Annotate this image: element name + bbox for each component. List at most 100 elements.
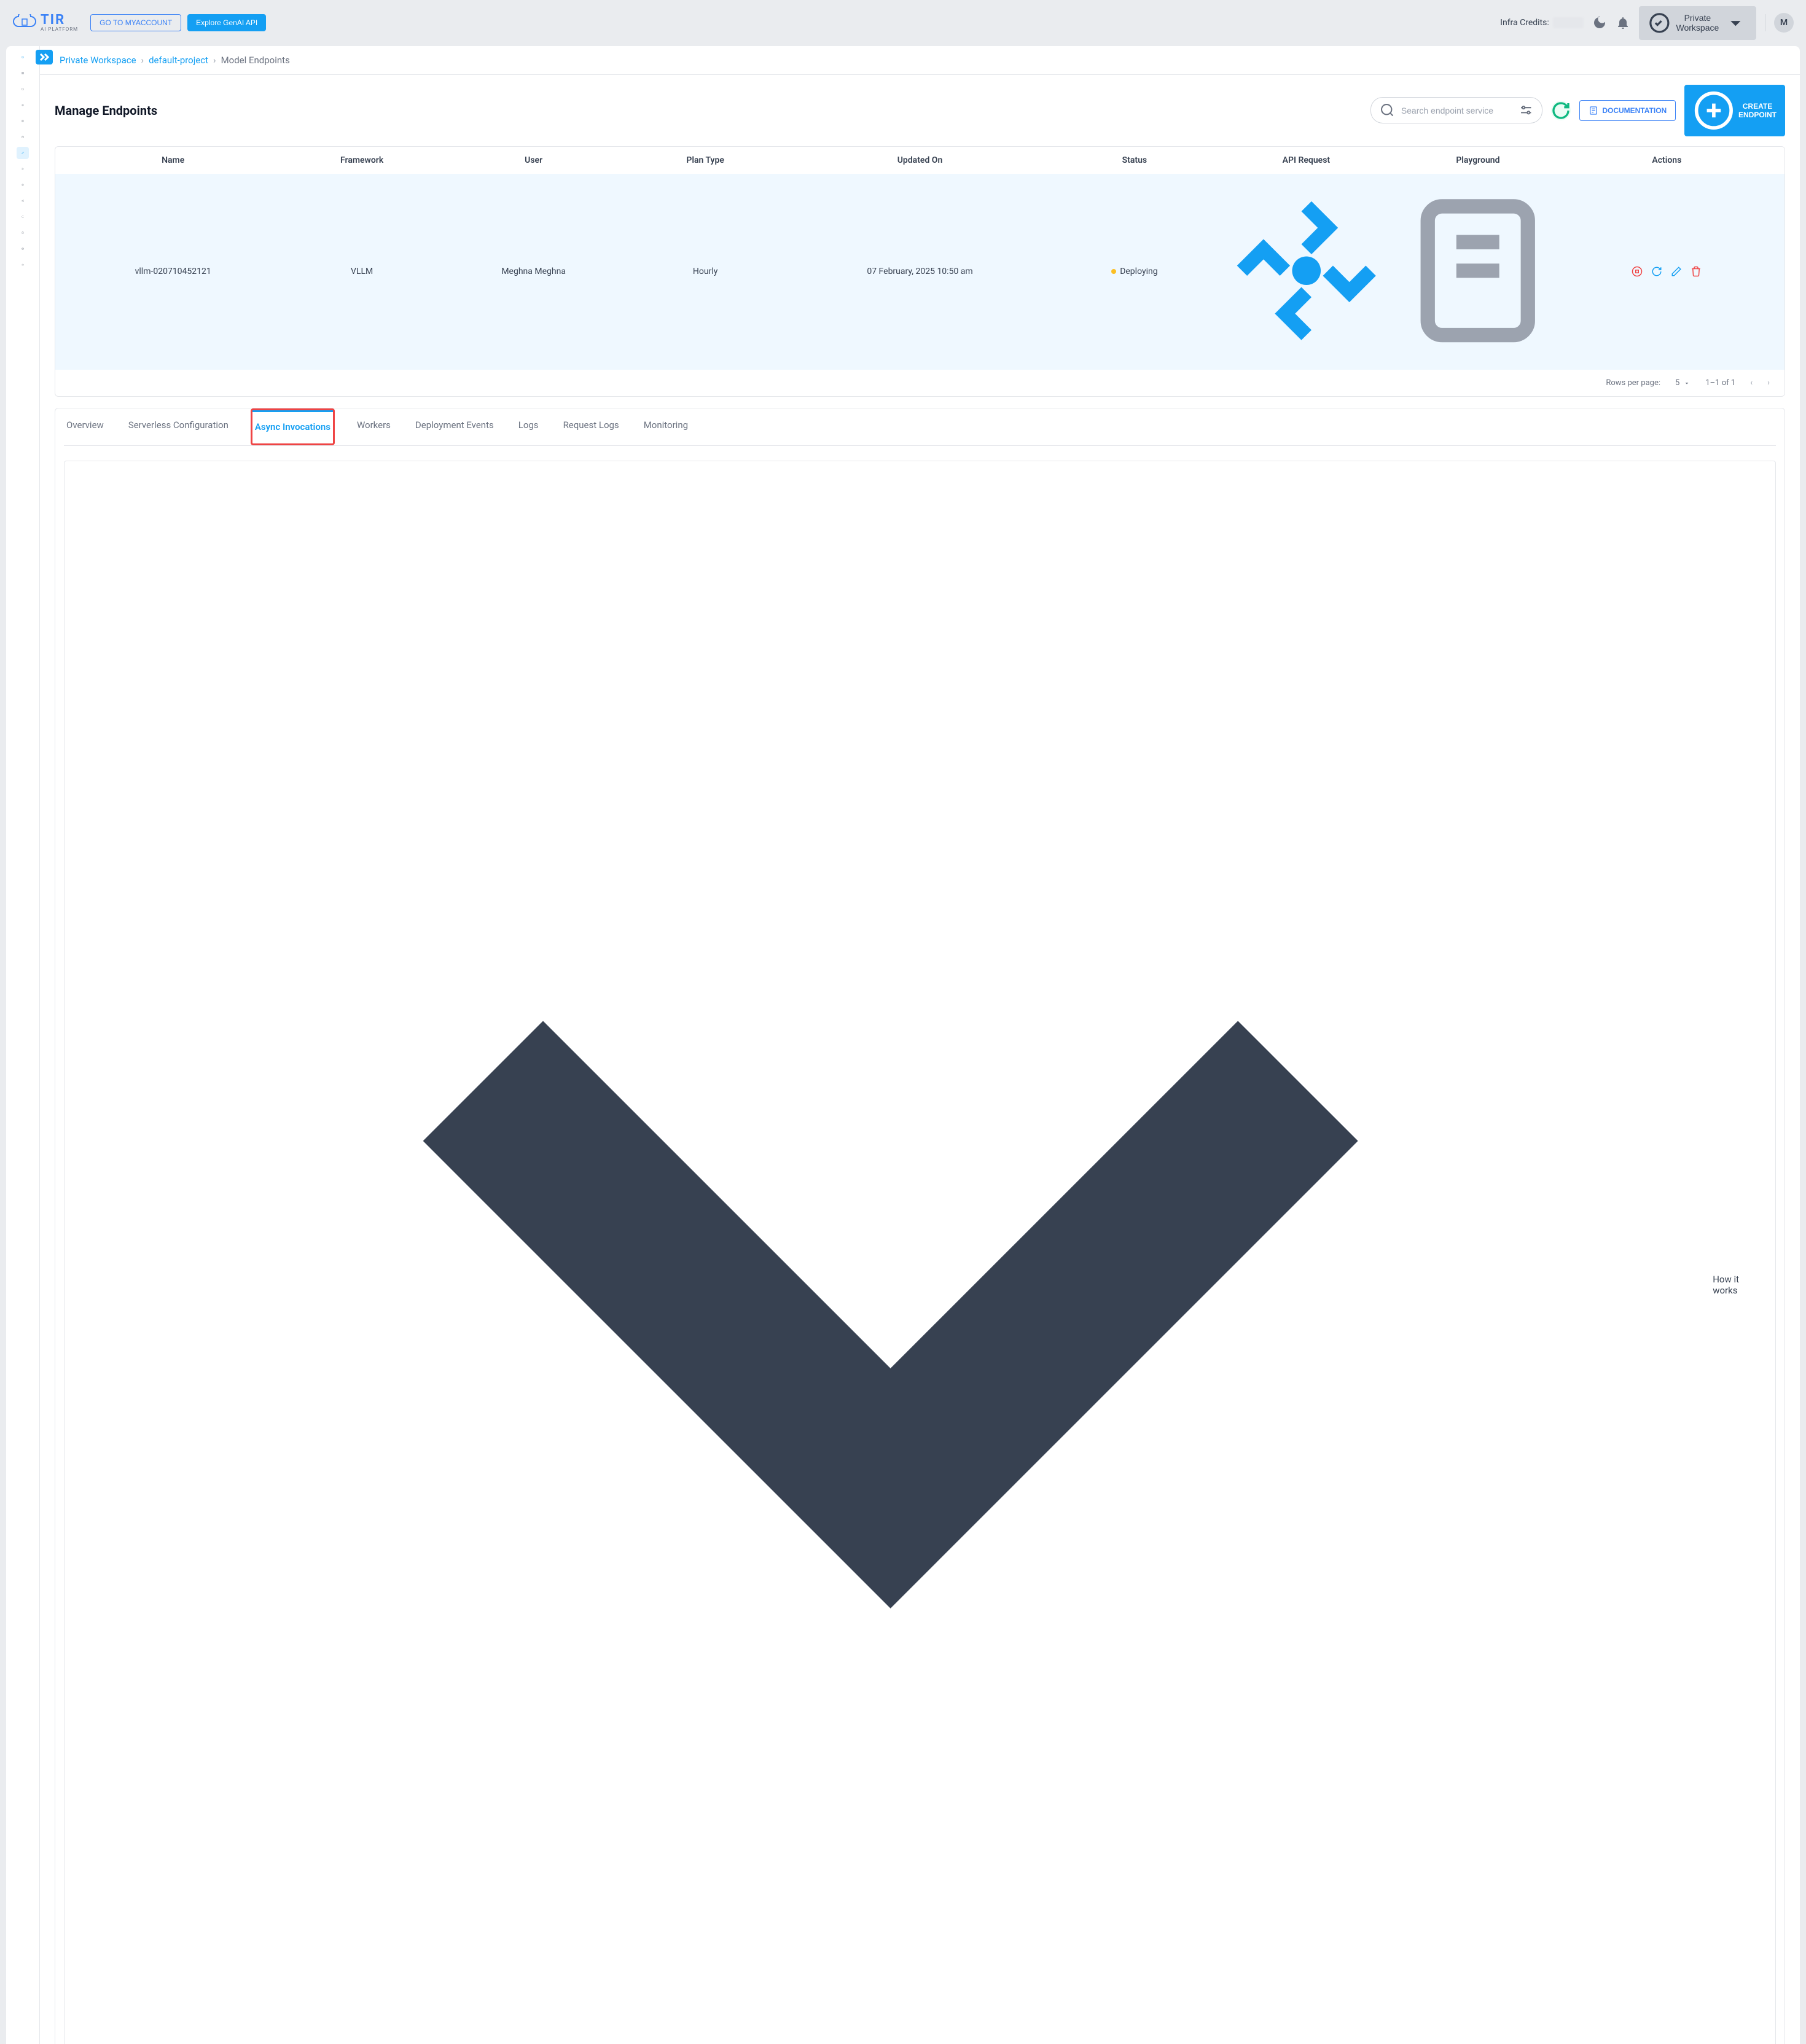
- cell-framework: VLLM: [276, 267, 448, 276]
- delete-icon[interactable]: [1691, 266, 1702, 277]
- sidebar-expand-button[interactable]: [36, 50, 53, 64]
- logo-sub: AI PLATFORM: [41, 27, 78, 32]
- tab-logs[interactable]: Logs: [516, 408, 541, 445]
- search-box[interactable]: [1370, 97, 1542, 123]
- status-text: Deploying: [1120, 267, 1157, 276]
- how-it-works-section: How it works Source (Setup queues) Enabl…: [64, 461, 1776, 2044]
- cell-plan: Hourly: [619, 267, 791, 276]
- restart-icon[interactable]: [1651, 266, 1662, 277]
- breadcrumb-project[interactable]: default-project: [149, 55, 208, 66]
- sidebar-briefcase-icon[interactable]: [17, 131, 29, 143]
- user-avatar[interactable]: M: [1774, 13, 1794, 33]
- logo[interactable]: TIR AI PLATFORM: [12, 14, 78, 32]
- sidebar-cube-icon[interactable]: [17, 243, 29, 255]
- endpoints-table: Name Framework User Plan Type Updated On…: [55, 146, 1785, 397]
- create-label: CREATE ENDPOINT: [1738, 102, 1777, 119]
- th-actions: Actions: [1564, 155, 1770, 165]
- breadcrumb: Private Workspace › default-project › Mo…: [40, 46, 1800, 75]
- breadcrumb-sep: ›: [141, 55, 144, 66]
- how-it-works-header[interactable]: How it works: [64, 461, 1775, 2044]
- how-it-works-title: How it works: [1713, 1274, 1764, 1296]
- cell-updated: 07 February, 2025 10:50 am: [791, 267, 1049, 276]
- topbar: TIR AI PLATFORM GO TO MYACCOUNT Explore …: [0, 0, 1806, 46]
- search-icon: [1380, 103, 1395, 118]
- cell-playground: [1392, 185, 1564, 359]
- tab-request-logs[interactable]: Request Logs: [561, 408, 622, 445]
- cell-user: Meghna Meghna: [448, 267, 620, 276]
- chevron-down-icon: [1724, 11, 1748, 35]
- rows-per-page-select[interactable]: 5: [1675, 378, 1691, 388]
- plus-icon: [1693, 90, 1735, 131]
- infra-credits: Infra Credits:: [1500, 17, 1584, 28]
- chevron-down-icon: [76, 470, 1705, 2044]
- logo-main: TIR: [41, 14, 78, 27]
- playground-icon[interactable]: [1392, 185, 1564, 357]
- highlight-async-tab: Async Invocations: [251, 408, 335, 445]
- table-header: Name Framework User Plan Type Updated On…: [55, 147, 1784, 174]
- sidebar-document-icon[interactable]: [17, 83, 29, 95]
- stop-icon[interactable]: [1632, 266, 1643, 277]
- detail-card: Overview Serverless Configuration Async …: [55, 408, 1785, 2044]
- sidebar: ?: [6, 46, 40, 2044]
- status-dot-icon: [1111, 269, 1116, 274]
- page-title: Manage Endpoints: [55, 103, 157, 118]
- th-framework: Framework: [276, 155, 448, 165]
- cell-api: [1221, 185, 1393, 359]
- sidebar-cloud-icon[interactable]: [17, 259, 29, 271]
- sidebar-clipboard-icon[interactable]: [17, 227, 29, 239]
- breadcrumb-current: Model Endpoints: [221, 55, 290, 66]
- th-plan: Plan Type: [619, 155, 791, 165]
- pagination-range: 1–1 of 1: [1705, 378, 1735, 388]
- rows-per-page-label: Rows per page:: [1606, 378, 1660, 388]
- workspace-selector[interactable]: Private Workspace: [1639, 6, 1756, 40]
- sidebar-folder-icon[interactable]: [17, 51, 29, 63]
- tab-serverless[interactable]: Serverless Configuration: [126, 408, 231, 445]
- cell-actions: [1564, 266, 1770, 277]
- rows-value: 5: [1675, 378, 1679, 388]
- explore-genai-button[interactable]: Explore GenAI API: [187, 14, 266, 31]
- myaccount-button[interactable]: GO TO MYACCOUNT: [90, 14, 181, 31]
- refresh-button[interactable]: [1551, 101, 1571, 120]
- workspace-label: Private Workspace: [1676, 13, 1719, 33]
- page-header: Manage Endpoints DOCUMENTATION CREATE EN…: [40, 75, 1800, 146]
- tab-async-invocations[interactable]: Async Invocations: [252, 410, 333, 443]
- edit-icon[interactable]: [1671, 266, 1682, 277]
- documentation-button[interactable]: DOCUMENTATION: [1579, 100, 1676, 121]
- pagination: Rows per page: 5 1–1 of 1 ‹ ›: [55, 370, 1784, 396]
- search-input[interactable]: [1401, 106, 1512, 115]
- th-updated: Updated On: [791, 155, 1049, 165]
- sidebar-sync-icon[interactable]: [17, 211, 29, 223]
- table-row[interactable]: vllm-020710452121 VLLM Meghna Meghna Hou…: [55, 174, 1784, 370]
- breadcrumb-workspace[interactable]: Private Workspace: [60, 55, 136, 66]
- filter-icon[interactable]: [1519, 103, 1534, 118]
- tab-overview[interactable]: Overview: [64, 408, 106, 445]
- documentation-label: DOCUMENTATION: [1602, 106, 1667, 115]
- chevron-down-icon: [1683, 380, 1691, 387]
- th-name: Name: [70, 155, 276, 165]
- sidebar-chip-icon[interactable]: [17, 179, 29, 191]
- dark-mode-toggle[interactable]: [1592, 15, 1607, 30]
- notifications-icon[interactable]: [1616, 15, 1630, 30]
- cell-name: vllm-020710452121: [70, 267, 276, 276]
- credits-label: Infra Credits:: [1500, 18, 1549, 28]
- pagination-next[interactable]: ›: [1767, 378, 1770, 388]
- create-endpoint-button[interactable]: CREATE ENDPOINT: [1684, 85, 1785, 136]
- sidebar-bot-icon[interactable]: [17, 99, 29, 111]
- breadcrumb-sep: ›: [213, 55, 216, 66]
- tab-workers[interactable]: Workers: [354, 408, 393, 445]
- pagination-prev[interactable]: ‹: [1750, 378, 1753, 388]
- tab-deployment-events[interactable]: Deployment Events: [413, 408, 496, 445]
- th-api: API Request: [1221, 155, 1393, 165]
- sidebar-share-icon[interactable]: [17, 195, 29, 207]
- main-content: Private Workspace › default-project › Mo…: [40, 46, 1800, 2044]
- credits-value-blurred: [1553, 17, 1584, 28]
- tab-monitoring[interactable]: Monitoring: [641, 408, 690, 445]
- sidebar-endpoints-icon[interactable]: [17, 147, 29, 159]
- logo-icon: [12, 14, 37, 31]
- th-playground: Playground: [1392, 155, 1564, 165]
- api-request-icon[interactable]: [1221, 185, 1393, 357]
- sidebar-layout-icon[interactable]: [17, 115, 29, 127]
- sidebar-branch-icon[interactable]: [17, 163, 29, 175]
- sidebar-grid-icon[interactable]: [17, 67, 29, 79]
- tabs: Overview Serverless Configuration Async …: [64, 408, 1776, 446]
